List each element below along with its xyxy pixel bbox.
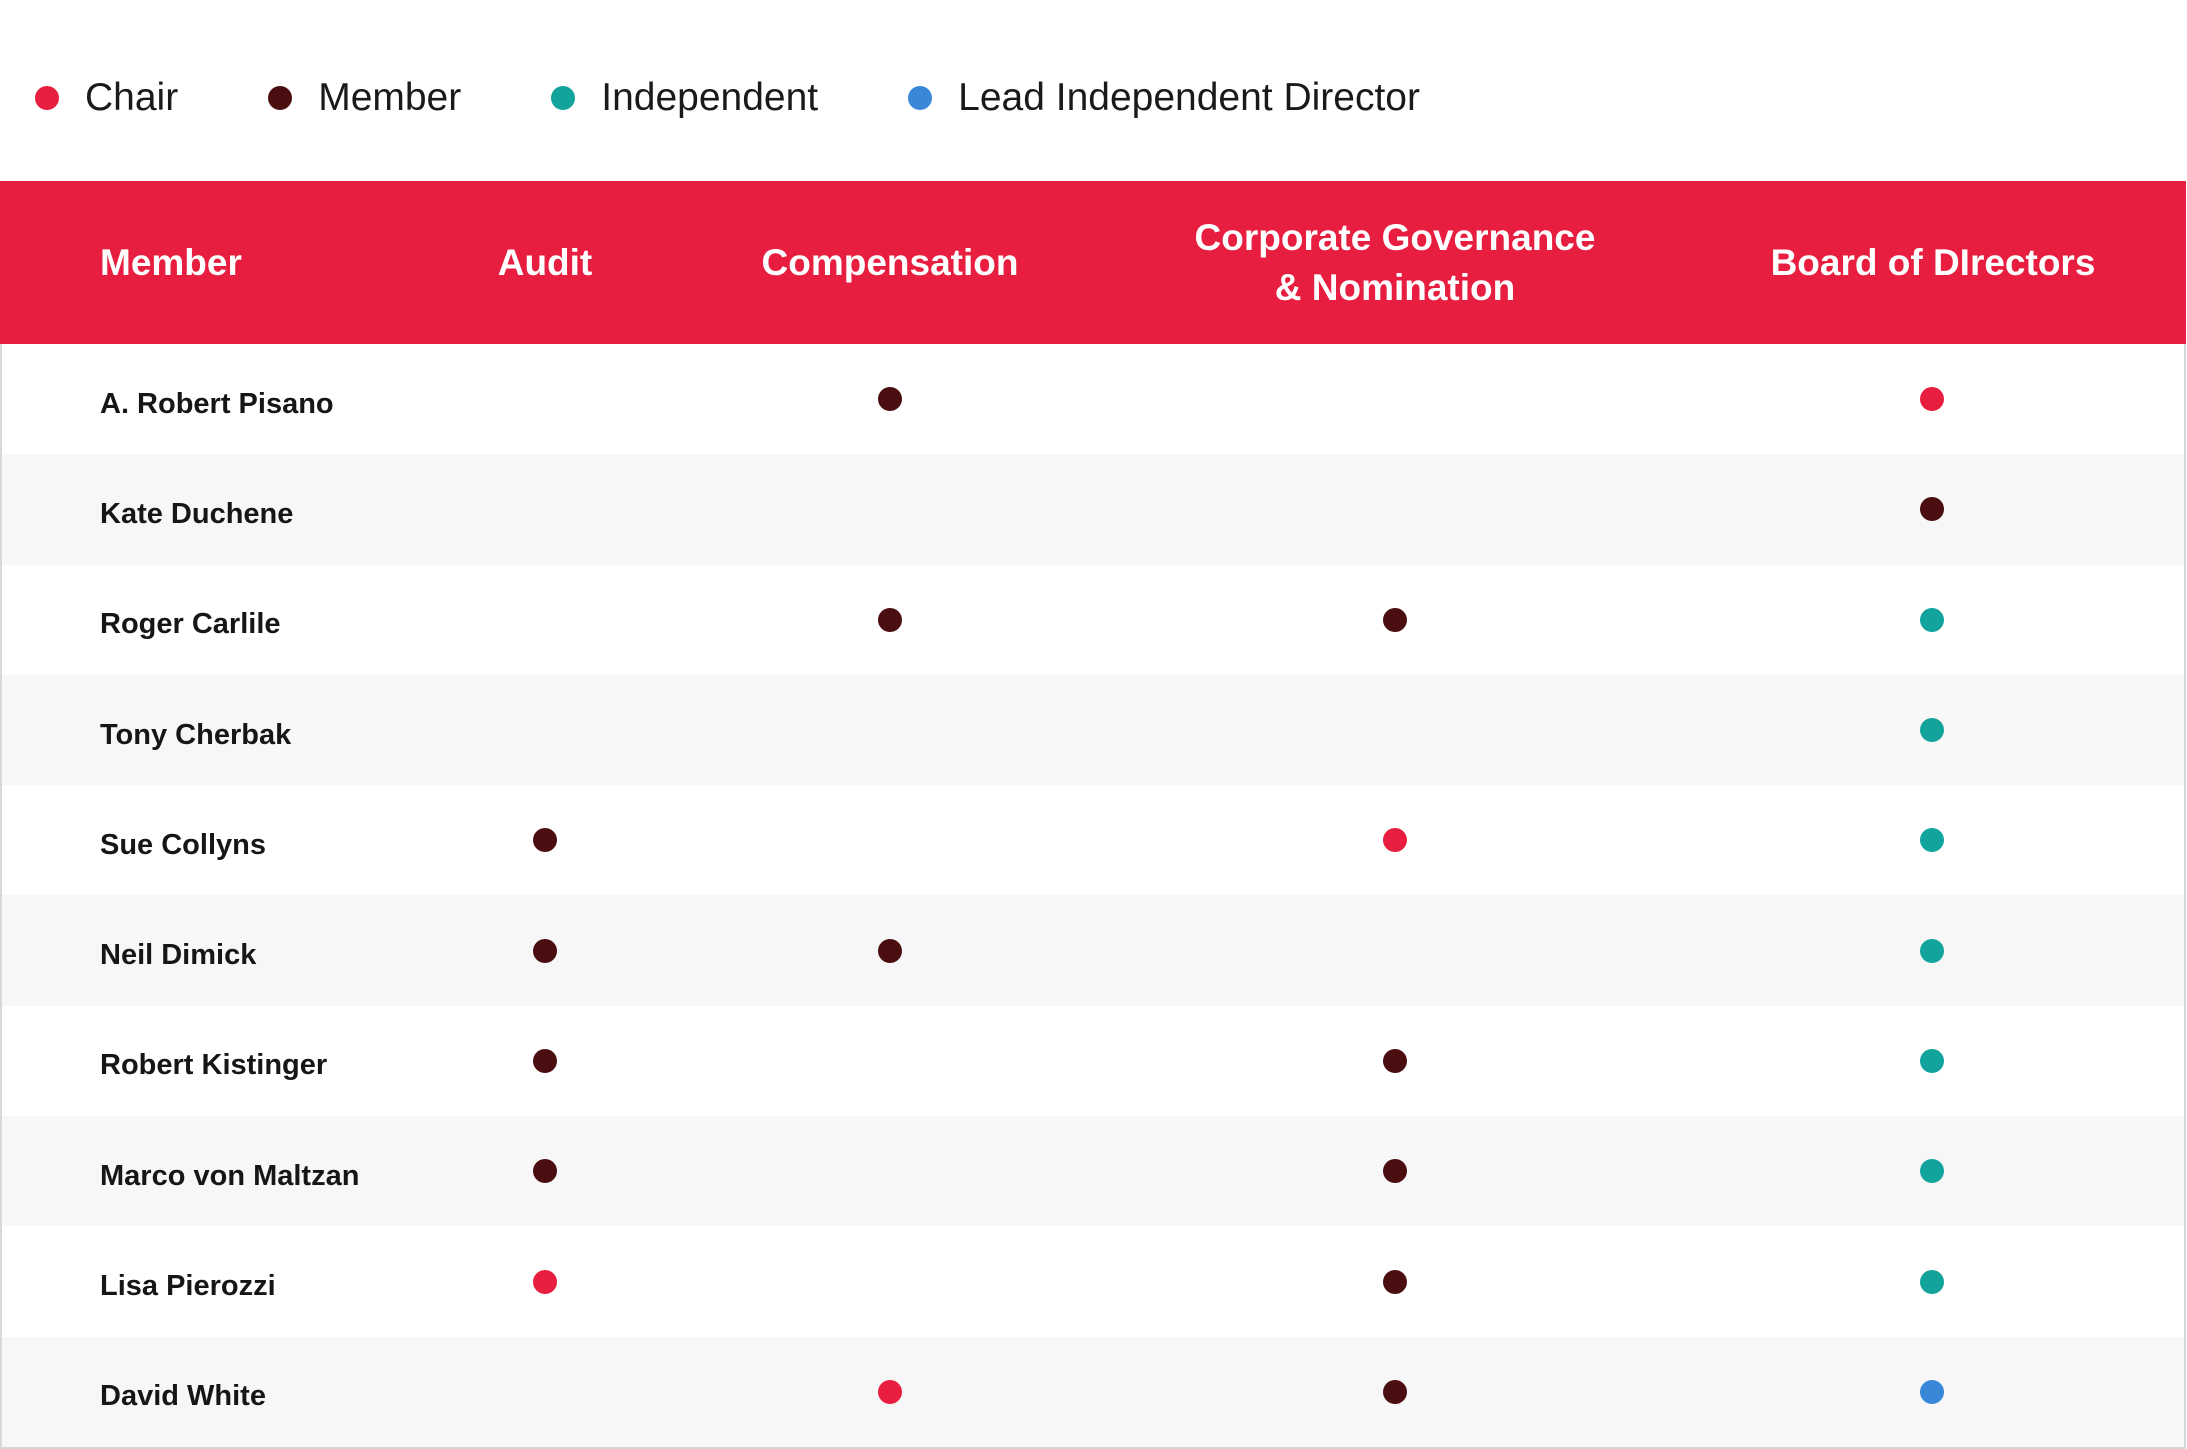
cell-board [1680,1048,2184,1073]
column-header-audit: Audit [497,241,593,283]
table-body: A. Robert Pisano Kate Duchene Roger Carlil… [2,344,2184,1447]
cell-governance [1110,607,1680,632]
table-row: Robert Kistinger [2,1006,2184,1116]
cell-governance [1110,1269,1680,1294]
cell-board [1680,497,2184,522]
cell-audit [420,1048,670,1073]
independent-dot-icon [1920,607,1944,632]
column-header-board: Board of DIrectors [1770,241,2096,283]
member-dot-icon [533,938,557,963]
chair-dot-icon [1920,387,1944,412]
member-name: Tony Cherbak [100,718,292,751]
cell-board [1680,1379,2184,1404]
cell-compensation [670,387,1110,412]
chair-dot-icon [533,1269,557,1294]
member-dot-icon [533,1159,557,1184]
legend-label-chair: Chair [85,76,179,119]
cell-compensation [670,938,1110,963]
cell-board [1680,607,2184,632]
column-header-governance-line1: Corporate Governance [1194,216,1596,258]
member-name: David White [100,1380,266,1413]
independent-dot-icon [1920,1159,1944,1184]
column-header-compensation: Compensation [761,241,1019,283]
member-name: Kate Duchene [100,497,294,530]
independent-dot-icon [1920,938,1944,963]
legend-item-chair: Chair [35,76,178,120]
legend-item-member: Member [268,76,461,120]
table-row: Neil Dimick [2,895,2184,1006]
cell-audit [420,828,670,853]
independent-dot-icon [1920,1048,1944,1073]
member-dot-icon [1383,1048,1407,1073]
member-name: Marco von Maltzan [100,1159,360,1192]
committee-table: Member Audit Compensation Corporate Gove… [0,181,2186,1449]
cell-governance [1110,1048,1680,1073]
member-dot-icon [1383,1269,1407,1294]
cell-compensation [670,1379,1110,1404]
legend-label-lead-independent-director: Lead Independent Director [958,76,1420,119]
table-row: Sue Collyns [2,785,2184,895]
member-dot-icon [533,1048,557,1073]
table-header: Member Audit Compensation Corporate Gove… [0,181,2186,344]
chair-dot-icon [35,86,59,110]
cell-governance [1110,828,1680,853]
table-row: Lisa Pierozzi [2,1226,2184,1336]
independent-dot-icon [1920,828,1944,853]
member-name: Robert Kistinger [100,1049,328,1082]
cell-audit [420,1269,670,1294]
legend-label-independent: Independent [601,76,819,119]
independent-dot-icon [1920,718,1944,743]
cell-board [1680,938,2184,963]
column-header-member: Member [100,241,242,283]
cell-board [1680,1159,2184,1184]
member-name: A. Robert Pisano [100,387,334,420]
cell-compensation [670,607,1110,632]
member-dot-icon [878,387,902,412]
column-header-governance-line2: & Nomination [1274,266,1516,308]
cell-board [1680,1269,2184,1294]
member-name: Sue Collyns [100,828,266,861]
table-row: Tony Cherbak [2,674,2184,786]
member-dot-icon [533,828,557,853]
table-row: Marco von Maltzan [2,1116,2184,1227]
table-row: David White [2,1336,2184,1447]
table-row: Roger Carlile [2,565,2184,675]
cell-board [1680,718,2184,743]
column-header-governance: Corporate Governance & Nomination [1110,213,1680,313]
cell-board [1680,387,2184,412]
legend: Chair Member Independent Lead Independen… [35,68,1510,128]
independent-dot-icon [551,86,576,110]
chair-dot-icon [1383,828,1407,853]
cell-audit [420,938,670,963]
cell-board [1680,828,2184,853]
cell-governance [1110,1379,1680,1404]
table-row: Kate Duchene [2,454,2184,565]
member-dot-icon [878,938,902,963]
member-name: Roger Carlile [100,608,281,641]
member-name: Lisa Pierozzi [100,1270,276,1303]
cell-audit [420,1159,670,1184]
independent-dot-icon [1920,1269,1944,1294]
chair-dot-icon [878,1379,902,1404]
member-dot-icon [1383,1379,1407,1404]
member-name: Neil Dimick [100,939,257,972]
legend-label-member: Member [318,76,462,119]
legend-item-lead-independent-director: Lead Independent Director [908,76,1420,120]
member-dot-icon [1383,607,1407,632]
member-dot-icon [1920,497,1944,522]
member-dot-icon [1383,1159,1407,1184]
lead-independent-director-dot-icon [1920,1379,1944,1404]
member-dot-icon [268,86,293,110]
table-row: A. Robert Pisano [2,344,2184,454]
legend-item-independent: Independent [551,76,818,120]
lead-independent-director-dot-icon [908,86,933,110]
member-dot-icon [878,607,902,632]
cell-governance [1110,1159,1680,1184]
